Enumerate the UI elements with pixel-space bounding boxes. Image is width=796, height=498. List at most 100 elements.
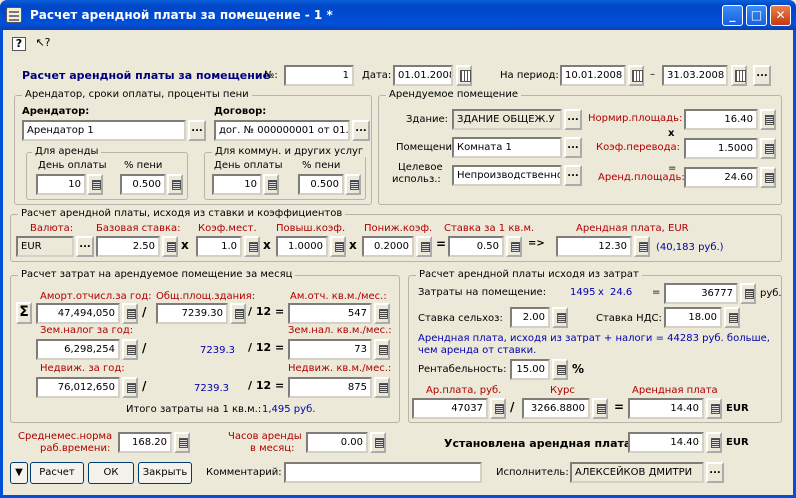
norm-area-field[interactable]: 16.40 bbox=[684, 109, 758, 130]
calculator-icon[interactable] bbox=[122, 377, 138, 398]
rent-hours-field[interactable]: 0.00 bbox=[306, 432, 368, 453]
menu-dropdown-button[interactable]: ▼ bbox=[10, 462, 28, 484]
calculator-icon[interactable] bbox=[552, 359, 568, 380]
calc-button[interactable]: Расчет bbox=[30, 462, 84, 484]
expenses-field[interactable]: 36777 bbox=[664, 283, 738, 304]
norm-hours-field[interactable]: 168.20 bbox=[118, 432, 172, 453]
building-select-button[interactable]: ... bbox=[564, 109, 582, 130]
total-area-field[interactable]: 7239.30 bbox=[156, 303, 228, 324]
number-field[interactable]: 1 bbox=[284, 65, 354, 86]
currency-select-button[interactable]: ... bbox=[76, 236, 94, 257]
ok-button[interactable]: ОК bbox=[88, 462, 134, 484]
calculator-icon[interactable] bbox=[263, 174, 279, 195]
calculator-icon[interactable] bbox=[760, 167, 776, 188]
comment-field[interactable] bbox=[284, 462, 482, 483]
minimize-button[interactable]: _ bbox=[722, 5, 743, 26]
calculator-icon[interactable] bbox=[330, 236, 346, 257]
exchange-rate-field[interactable]: 3266.8800 bbox=[522, 398, 590, 419]
calculator-icon[interactable] bbox=[122, 303, 138, 324]
executor-select-button[interactable]: ... bbox=[706, 462, 724, 483]
expenses-label: Затраты на помещение: bbox=[418, 287, 547, 298]
result-rent-field[interactable]: 14.40 bbox=[628, 398, 704, 419]
period-select-button[interactable]: ... bbox=[753, 65, 771, 86]
calculator-icon[interactable] bbox=[167, 174, 183, 195]
calculator-icon[interactable] bbox=[592, 398, 608, 419]
close-form-button[interactable]: Закрыть bbox=[138, 462, 192, 484]
vat-field[interactable]: 18.00 bbox=[664, 307, 722, 328]
calculator-icon[interactable] bbox=[552, 307, 568, 328]
tenant-field[interactable]: Арендатор 1 bbox=[22, 120, 186, 141]
amortization-field[interactable]: 47,494,050 bbox=[36, 303, 120, 324]
calculator-icon[interactable] bbox=[634, 236, 650, 257]
calendar-icon[interactable] bbox=[628, 65, 644, 86]
land-per-meter-field[interactable]: 73 bbox=[288, 339, 372, 360]
calendar-icon[interactable] bbox=[731, 65, 747, 86]
base-rate-field[interactable]: 2.50 bbox=[96, 236, 160, 257]
executor-field[interactable]: АЛЕКСЕЙКОВ ДМИТРИ bbox=[570, 462, 704, 483]
rent-area-field[interactable]: 24.60 bbox=[684, 167, 758, 188]
calculator-icon[interactable] bbox=[724, 307, 740, 328]
room-field[interactable]: Комната 1 bbox=[452, 137, 562, 158]
calculator-icon[interactable] bbox=[760, 138, 776, 159]
purpose-label-2: использ.: bbox=[392, 174, 441, 185]
purpose-select-button[interactable]: ... bbox=[564, 165, 582, 186]
purpose-field[interactable]: Непроизводственно bbox=[452, 165, 562, 186]
close-button[interactable]: ✕ bbox=[770, 5, 791, 26]
final-rent-field[interactable]: 14.40 bbox=[628, 432, 704, 453]
date-field[interactable]: 01.01.2008 bbox=[393, 65, 453, 86]
calculator-icon[interactable] bbox=[374, 303, 390, 324]
period-to-field[interactable]: 31.03.2008 bbox=[662, 65, 728, 86]
rent-penalty-field[interactable]: 0.500 bbox=[120, 174, 166, 195]
calculator-icon[interactable] bbox=[490, 398, 506, 419]
rent-eur-field[interactable]: 12.30 bbox=[556, 236, 632, 257]
calculator-icon[interactable] bbox=[87, 174, 103, 195]
calculator-icon[interactable] bbox=[162, 236, 178, 257]
currency-field[interactable]: EUR bbox=[16, 236, 74, 257]
coef-field[interactable]: 1.5000 bbox=[684, 138, 758, 159]
increase-coef-field[interactable]: 1.0000 bbox=[276, 236, 328, 257]
rub-rent-field[interactable]: 47037 bbox=[412, 398, 488, 419]
expenses-x: x bbox=[598, 287, 604, 298]
tenant-select-button[interactable]: ... bbox=[188, 120, 206, 141]
calculator-icon[interactable] bbox=[370, 432, 386, 453]
calculator-icon[interactable] bbox=[416, 236, 432, 257]
calculator-icon[interactable] bbox=[174, 432, 190, 453]
sum-button[interactable]: Σ bbox=[16, 302, 32, 324]
calculator-icon[interactable] bbox=[760, 109, 776, 130]
calendar-icon[interactable] bbox=[456, 65, 472, 86]
calculator-icon[interactable] bbox=[706, 432, 722, 453]
location-coef-field[interactable]: 1.0 bbox=[196, 236, 242, 257]
calculator-icon[interactable] bbox=[244, 236, 260, 257]
building-field[interactable]: ЗДАНИЕ ОБЩЕЖ.У bbox=[452, 109, 562, 130]
contract-field[interactable]: дог. № 000000001 от 01.0 bbox=[214, 120, 350, 141]
calculator-icon[interactable] bbox=[345, 174, 361, 195]
equals-sign: = bbox=[436, 237, 447, 251]
comm-payday-field[interactable]: 10 bbox=[212, 174, 262, 195]
maximize-button[interactable]: □ bbox=[746, 5, 767, 26]
calculator-icon[interactable] bbox=[706, 398, 722, 419]
agri-rate-field[interactable]: 2.00 bbox=[510, 307, 550, 328]
amort-per-meter-field[interactable]: 547 bbox=[288, 303, 372, 324]
decrease-coef-field[interactable]: 0.2000 bbox=[362, 236, 414, 257]
calculator-icon[interactable] bbox=[374, 377, 390, 398]
whats-this-icon[interactable]: ↖? bbox=[34, 34, 52, 52]
room-select-button[interactable]: ... bbox=[564, 137, 582, 158]
profitability-field[interactable]: 15.00 bbox=[510, 359, 550, 380]
land-tax-field[interactable]: 6,298,254 bbox=[36, 339, 120, 360]
period-from-field[interactable]: 10.01.2008 bbox=[560, 65, 626, 86]
calculator-icon[interactable] bbox=[230, 303, 246, 324]
rent-payday-field[interactable]: 10 bbox=[36, 174, 86, 195]
property-per-meter-field[interactable]: 875 bbox=[288, 377, 372, 398]
help-icon[interactable]: ? bbox=[12, 37, 26, 51]
calculator-icon[interactable] bbox=[374, 339, 390, 360]
comm-penalty-field[interactable]: 0.500 bbox=[298, 174, 344, 195]
contract-select-button[interactable]: ... bbox=[352, 120, 370, 141]
total-cost-label: Итого затраты на 1 кв.м.: bbox=[126, 404, 262, 415]
property-tax-field[interactable]: 76,012,650 bbox=[36, 377, 120, 398]
final-eur-unit: EUR bbox=[726, 437, 749, 448]
calculator-icon[interactable] bbox=[122, 339, 138, 360]
calculator-icon[interactable] bbox=[740, 283, 756, 304]
calculator-icon[interactable] bbox=[506, 236, 522, 257]
rate-per-meter-field[interactable]: 0.50 bbox=[448, 236, 504, 257]
result-rent-label: Арендная плата bbox=[632, 385, 718, 396]
